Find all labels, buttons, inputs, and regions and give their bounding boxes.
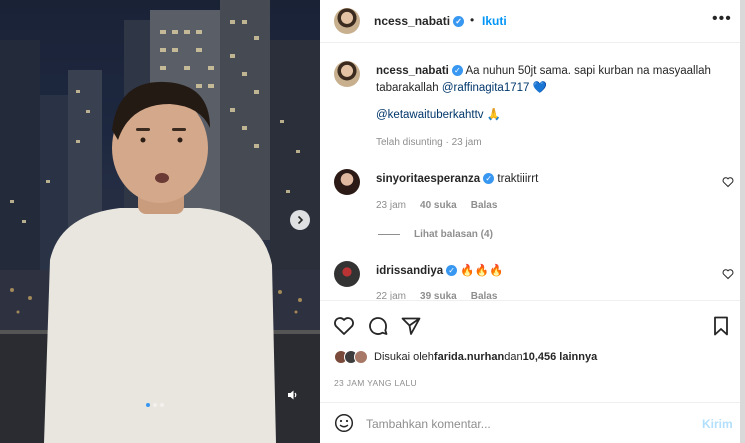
video-frame — [0, 0, 320, 443]
reply-button[interactable]: Balas — [471, 291, 498, 300]
caption-mention-link[interactable]: @raffinagita1717 — [442, 82, 530, 94]
caption: ncess_nabati ✓ Aa nuhun 50jt sama. sapi k… — [376, 63, 716, 97]
carousel-dot — [153, 403, 157, 407]
reply-button[interactable]: Balas — [471, 200, 498, 211]
post-media[interactable] — [0, 0, 320, 443]
carousel-dots — [146, 403, 164, 407]
comment-avatar[interactable] — [334, 169, 360, 195]
comment: idrissandiya ✓ 🔥🔥🔥 — [376, 263, 716, 280]
comment-text: traktiiirrt — [497, 173, 539, 185]
likes-count[interactable]: 10,456 lainnya — [523, 351, 598, 363]
comment: sinyoritaesperanza ✓ traktiiirrt — [376, 171, 716, 188]
likes-middle: dan — [504, 351, 523, 363]
likes-prefix: Disukai oleh — [374, 351, 434, 363]
more-horizontal-icon: ••• — [712, 10, 732, 27]
page-scrollbar[interactable] — [740, 0, 745, 443]
follow-button[interactable]: Ikuti — [482, 14, 507, 28]
caption-meta: Telah disunting · 23 jam — [376, 137, 482, 148]
comment-like-heart-icon[interactable] — [722, 268, 734, 280]
more-options-button[interactable]: ••• — [712, 10, 732, 28]
edited-label: Telah disunting · 23 jam — [376, 137, 482, 148]
caption-username[interactable]: ncess_nabati — [376, 65, 449, 77]
chevron-right-icon — [297, 215, 304, 225]
caption-hashtag-line: @ketawaituberkahttv 🙏 — [376, 107, 716, 124]
replies-divider — [378, 234, 400, 235]
liker-username[interactable]: farida.nurhan — [434, 351, 504, 363]
comment-like-heart-icon[interactable] — [722, 176, 734, 188]
comment-likes[interactable]: 39 suka — [420, 291, 457, 300]
comment-time: 23 jam — [376, 200, 407, 211]
share-send-icon[interactable] — [400, 315, 422, 337]
liker-avatar — [354, 350, 368, 364]
separator-dot: • — [470, 13, 475, 27]
pray-emoji: 🙏 — [486, 109, 502, 121]
like-heart-icon[interactable] — [333, 315, 355, 337]
post-details-panel: ncess_nabati ✓ • Ikuti ••• ncess_nabati ✓ … — [320, 0, 740, 443]
comment-text: 🔥🔥🔥 — [460, 265, 504, 277]
verified-badge-icon: ✓ — [453, 16, 465, 28]
comment-time: 22 jam — [376, 291, 407, 300]
carousel-dot-active — [146, 403, 150, 407]
save-bookmark-icon[interactable] — [710, 315, 732, 337]
speaker-icon — [288, 390, 297, 400]
comment-username[interactable]: sinyoritaesperanza — [376, 173, 480, 185]
next-slide-button[interactable] — [290, 210, 310, 230]
add-comment-section: Kirim — [320, 402, 740, 443]
avatar[interactable] — [334, 8, 360, 34]
carousel-dot — [160, 403, 164, 407]
comment-meta: 23 jam 40 suka Balas — [376, 200, 497, 211]
comments-list[interactable]: ncess_nabati ✓ Aa nuhun 50jt sama. sapi k… — [320, 44, 740, 300]
verified-badge-icon: ✓ — [451, 65, 463, 77]
post-time-ago[interactable]: 23 JAM YANG LALU — [334, 378, 417, 388]
comment-bubble-icon[interactable] — [367, 315, 389, 337]
caption-avatar[interactable] — [334, 61, 360, 87]
post-header: ncess_nabati ✓ • Ikuti ••• — [320, 0, 740, 43]
view-replies-button[interactable]: Lihat balasan (4) — [378, 229, 493, 240]
post-comment-button[interactable]: Kirim — [702, 417, 733, 431]
emoji-smiley-icon[interactable] — [334, 413, 354, 433]
likes-summary[interactable]: Disukai oleh farida.nurhan dan 10,456 la… — [334, 350, 597, 364]
comment-avatar[interactable] — [334, 261, 360, 287]
comment-likes[interactable]: 40 suka — [420, 200, 457, 211]
author-username-text[interactable]: ncess_nabati — [374, 14, 450, 28]
comment-input[interactable] — [366, 413, 666, 435]
comment-username[interactable]: idrissandiya — [376, 265, 443, 277]
blue-heart-emoji: 💙 — [532, 82, 547, 94]
caption-tag-link[interactable]: @ketawaituberkahttv — [376, 109, 484, 121]
post-actions: Disukai oleh farida.nurhan dan 10,456 la… — [320, 300, 740, 400]
verified-badge-icon: ✓ — [483, 173, 495, 185]
audio-toggle-button[interactable] — [284, 386, 302, 404]
author-username[interactable]: ncess_nabati ✓ — [374, 14, 465, 28]
view-replies-label[interactable]: Lihat balasan (4) — [414, 229, 493, 240]
comment-meta: 22 jam 39 suka Balas — [376, 291, 497, 300]
verified-badge-icon: ✓ — [446, 265, 458, 277]
